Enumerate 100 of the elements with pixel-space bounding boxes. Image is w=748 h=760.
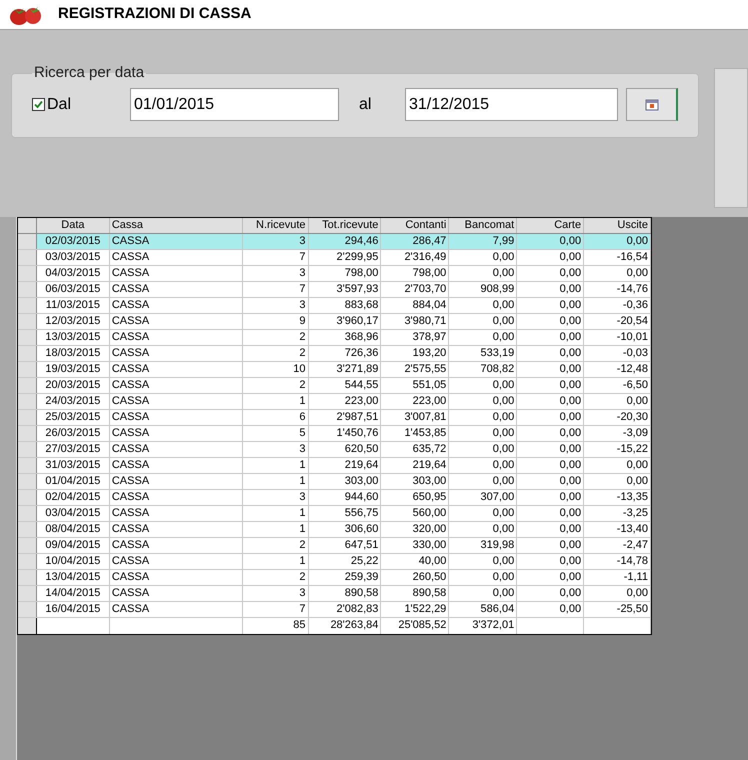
table-cell: 19/03/2015 [36, 362, 110, 377]
table-cell: CASSA [110, 474, 243, 489]
table-cell: 2 [242, 346, 309, 361]
row-selector[interactable] [18, 442, 37, 457]
table-cell: 2'316,49 [381, 250, 450, 265]
row-selector[interactable] [18, 266, 37, 281]
checkbox[interactable] [32, 98, 45, 111]
table-cell: 3'271,89 [308, 362, 382, 377]
table-cell: 306,60 [308, 522, 382, 537]
table-cell: 0,00 [517, 234, 584, 249]
table-cell: 0,00 [584, 394, 651, 409]
table-cell: -20,30 [584, 410, 651, 425]
to-date-field[interactable]: 31/12/2015 [405, 88, 618, 121]
table-cell: 1 [242, 458, 309, 473]
row-selector[interactable] [18, 346, 37, 361]
table-cell: CASSA [110, 570, 243, 585]
table-cell: 0,00 [517, 474, 584, 489]
column-header[interactable]: Uscite [584, 218, 651, 233]
row-selector[interactable] [18, 426, 37, 441]
table-cell: -3,09 [584, 426, 651, 441]
column-header[interactable]: Cassa [110, 218, 243, 233]
table-row[interactable]: 31/03/2015 CASSA 1 219,64 219,64 0,00 0,00 0,00 [18, 458, 651, 474]
table-cell: 7 [242, 250, 309, 265]
table-row[interactable]: 03/04/2015 CASSA 1 556,75 560,00 0,00 0,00 -3,25 [18, 506, 651, 522]
row-selector[interactable] [18, 506, 37, 521]
row-selector[interactable] [18, 554, 37, 569]
table-row[interactable]: 03/03/2015 CASSA 7 2'299,95 2'316,49 0,00 0,00 -16,54 [18, 250, 651, 266]
row-selector[interactable] [18, 282, 37, 297]
row-selector[interactable] [18, 250, 37, 265]
table-cell: CASSA [110, 298, 243, 313]
table-cell: 0,00 [517, 298, 584, 313]
table-cell: 259,39 [308, 570, 382, 585]
table-row[interactable]: 02/04/2015 CASSA 3 944,60 650,95 307,00 0,00 -13,35 [18, 490, 651, 506]
table-cell: 40,00 [381, 554, 450, 569]
from-date-field[interactable]: 01/01/2015 [130, 88, 339, 121]
table-cell: 551,05 [381, 378, 450, 393]
table-row[interactable]: 25/03/2015 CASSA 6 2'987,51 3'007,81 0,00 0,00 -20,30 [18, 410, 651, 426]
table-row[interactable]: 10/04/2015 CASSA 1 25,22 40,00 0,00 0,00 -14,78 [18, 554, 651, 570]
table-row[interactable]: 20/03/2015 CASSA 2 544,55 551,05 0,00 0,00 -6,50 [18, 378, 651, 394]
row-selector[interactable] [18, 570, 37, 585]
column-header[interactable]: Data [36, 218, 110, 233]
table-cell: 560,00 [381, 506, 450, 521]
table-cell: 0,00 [449, 394, 518, 409]
table-row[interactable]: 13/04/2015 CASSA 2 259,39 260,50 0,00 0,00 -1,11 [18, 570, 651, 586]
total-cell: 3'372,01 [449, 618, 518, 634]
column-header[interactable]: Bancomat [449, 218, 518, 233]
row-selector[interactable] [18, 602, 37, 617]
row-selector[interactable] [18, 458, 37, 473]
table-cell: 0,00 [584, 458, 651, 473]
table-row[interactable]: 27/03/2015 CASSA 3 620,50 635,72 0,00 0,00 -15,22 [18, 442, 651, 458]
table-cell: 01/04/2015 [36, 474, 110, 489]
table-cell: 286,47 [381, 234, 450, 249]
table-cell: 1 [242, 522, 309, 537]
window-title: REGISTRAZIONI DI CASSA [58, 4, 252, 24]
table-cell: 2'082,83 [308, 602, 382, 617]
table-row[interactable]: 12/03/2015 CASSA 9 3'960,17 3'980,71 0,00 0,00 -20,54 [18, 314, 651, 330]
calendar-button[interactable] [626, 88, 678, 121]
table-cell: CASSA [110, 346, 243, 361]
table-row[interactable]: 09/04/2015 CASSA 2 647,51 330,00 319,98 0,00 -2,47 [18, 538, 651, 554]
table-cell: 908,99 [449, 282, 518, 297]
row-selector[interactable] [18, 234, 37, 249]
column-header[interactable]: Tot.ricevute [308, 218, 382, 233]
row-selector[interactable] [18, 314, 37, 329]
row-selector[interactable] [18, 394, 37, 409]
table-row[interactable]: 18/03/2015 CASSA 2 726,36 193,20 533,19 0,00 -0,03 [18, 346, 651, 362]
table-row[interactable]: 16/04/2015 CASSA 7 2'082,83 1'522,29 586,04 0,00 -25,50 [18, 602, 651, 618]
table-row[interactable]: 13/03/2015 CASSA 2 368,96 378,97 0,00 0,00 -10,01 [18, 330, 651, 346]
row-selector[interactable] [18, 522, 37, 537]
row-selector[interactable] [18, 362, 37, 377]
table-row[interactable]: 02/03/2015 CASSA 3 294,46 286,47 7,99 0,00 0,00 [18, 234, 651, 250]
table-cell: 3'597,93 [308, 282, 382, 297]
row-selector[interactable] [18, 378, 37, 393]
table-row[interactable]: 04/03/2015 CASSA 3 798,00 798,00 0,00 0,00 0,00 [18, 266, 651, 282]
table-row[interactable]: 08/04/2015 CASSA 1 306,60 320,00 0,00 0,00 -13,40 [18, 522, 651, 538]
table-cell: 944,60 [308, 490, 382, 505]
row-selector[interactable] [18, 410, 37, 425]
column-header[interactable]: N.ricevute [242, 218, 309, 233]
table-cell: CASSA [110, 426, 243, 441]
table-row[interactable]: 14/04/2015 CASSA 3 890,58 890,58 0,00 0,00 0,00 [18, 586, 651, 602]
table-cell: 0,00 [584, 586, 651, 601]
row-selector[interactable] [18, 490, 37, 505]
row-selector[interactable] [18, 474, 37, 489]
table-row[interactable]: 01/04/2015 CASSA 1 303,00 303,00 0,00 0,00 0,00 [18, 474, 651, 490]
row-selector[interactable] [18, 538, 37, 553]
table-cell: 223,00 [308, 394, 382, 409]
table-row[interactable]: 19/03/2015 CASSA 10 3'271,89 2'575,55 708,82 0,00 -12,48 [18, 362, 651, 378]
column-header[interactable]: Contanti [381, 218, 450, 233]
table-cell: 0,00 [584, 266, 651, 281]
table-row[interactable]: 06/03/2015 CASSA 7 3'597,93 2'703,70 908,99 0,00 -14,76 [18, 282, 651, 298]
table-cell: 0,00 [517, 490, 584, 505]
row-selector[interactable] [18, 330, 37, 345]
table-row[interactable]: 26/03/2015 CASSA 5 1'450,76 1'453,85 0,00 0,00 -3,09 [18, 426, 651, 442]
table-cell: 0,00 [517, 458, 584, 473]
table-cell: 0,00 [517, 282, 584, 297]
table-row[interactable]: 24/03/2015 CASSA 1 223,00 223,00 0,00 0,00 0,00 [18, 394, 651, 410]
column-header[interactable]: Carte [517, 218, 584, 233]
table-row[interactable]: 11/03/2015 CASSA 3 883,68 884,04 0,00 0,00 -0,36 [18, 298, 651, 314]
table-cell: 31/03/2015 [36, 458, 110, 473]
row-selector[interactable] [18, 298, 37, 313]
row-selector[interactable] [18, 586, 37, 601]
